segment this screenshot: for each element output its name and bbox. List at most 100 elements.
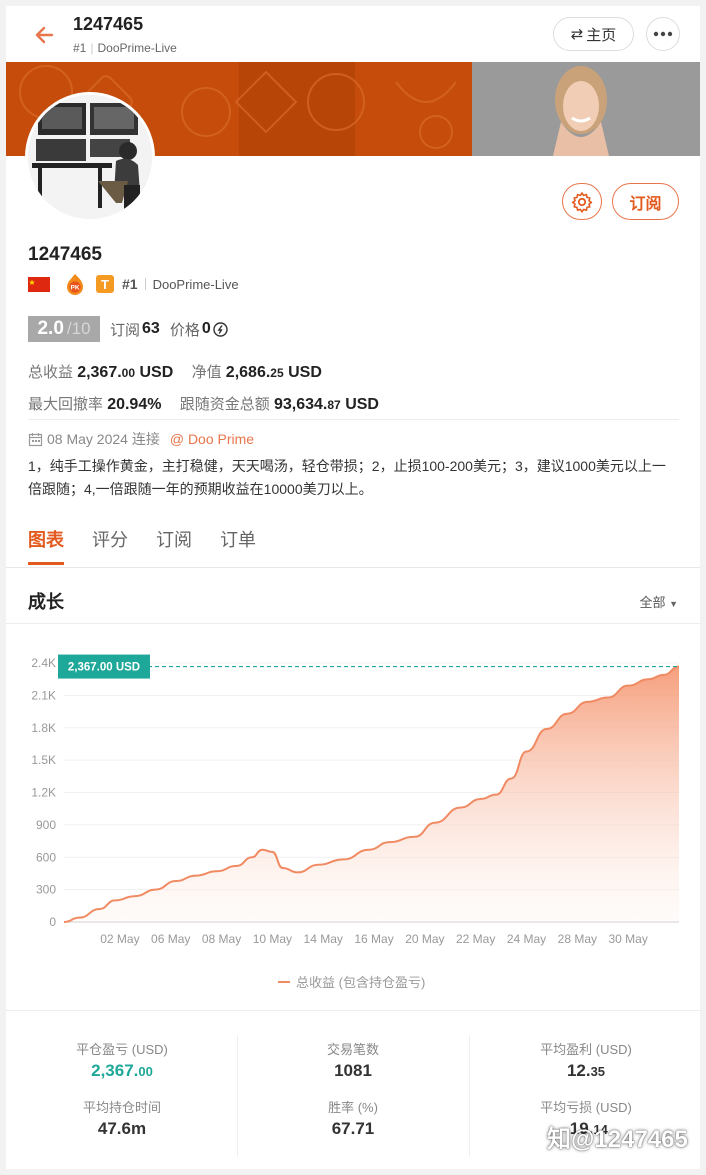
- stat-label: 胜率 (%): [328, 1100, 378, 1115]
- x-tick-label: 06 May: [151, 932, 190, 946]
- home-button[interactable]: ⇄ 主页: [553, 17, 634, 51]
- gear-icon: [571, 191, 593, 213]
- score-badge: 2.0 /10: [28, 316, 100, 342]
- x-tick-label: 14 May: [304, 932, 343, 946]
- price-value: 0: [201, 320, 211, 337]
- equity-value: 2,686.: [225, 364, 271, 381]
- header-subtitle: #1 | DooPrime-Live: [73, 41, 177, 55]
- stat-label: 交易笔数: [326, 1042, 379, 1057]
- stat-decimals: 00: [138, 1064, 153, 1079]
- drawdown-label: 最大回撤率: [28, 396, 104, 413]
- connection-date: 08 May 2024 连接: [47, 431, 160, 447]
- y-tick-label: 0: [49, 915, 56, 929]
- stat-decimals: 35: [590, 1064, 606, 1079]
- china-flag-icon: [28, 276, 50, 292]
- signal-detail-page: 1247465 #1 | DooPrime-Live ⇄ 主页 订阅 12474…: [6, 6, 700, 1169]
- stat-value: 12.: [566, 1061, 591, 1080]
- connection-date-row: 08 May 2024 连接 @ Doo Prime: [28, 429, 254, 449]
- y-tick-label: 1.8K: [31, 721, 56, 735]
- y-tick-label: 300: [36, 883, 56, 897]
- y-tick-label: 2.4K: [31, 656, 56, 670]
- follow-funds-decimals: 87: [327, 398, 341, 412]
- profile-broker: DooPrime-Live: [152, 276, 239, 292]
- equity-decimals: 25: [270, 366, 284, 380]
- banner-portrait: [553, 66, 609, 156]
- stat-label: 平仓盈亏 (USD): [76, 1042, 168, 1057]
- swap-icon: ⇄: [570, 26, 584, 43]
- stat-label: 平均盈利 (USD): [540, 1042, 632, 1057]
- stats-divider: [469, 1035, 470, 1157]
- tab-orders[interactable]: 订单: [220, 526, 256, 566]
- total-profit-decimals: 00: [121, 366, 136, 380]
- header-broker: DooPrime-Live: [97, 41, 177, 55]
- subscriptions-label: 订阅: [110, 321, 141, 339]
- legend-label: 总收益 (包含持仓盈亏): [296, 975, 425, 990]
- stat-avg-profit: 平均盈利 (USD) 12.35: [486, 1039, 686, 1081]
- stat-win-rate: 胜率 (%) 67.71: [253, 1097, 453, 1139]
- stat-label: 平均亏损 (USD): [540, 1100, 632, 1115]
- caret-down-icon: ▼: [669, 599, 678, 609]
- svg-text:PK: PK: [70, 285, 79, 292]
- avatar: [25, 92, 155, 222]
- broker-link[interactable]: @ Doo Prime: [170, 431, 254, 447]
- y-tick-label: 900: [36, 818, 56, 832]
- stats-divider: [237, 1035, 238, 1157]
- x-tick-label: 22 May: [456, 932, 495, 946]
- x-tick-label: 20 May: [405, 932, 444, 946]
- stat-value: 2,367.: [91, 1061, 139, 1080]
- stat-value: 67.71: [331, 1119, 375, 1138]
- stat-avg-hold-time: 平均持仓时间 47.6m: [22, 1097, 222, 1139]
- follow-funds-unit: USD: [345, 396, 379, 413]
- growth-section-header: 成长 全部 ▼: [6, 568, 700, 624]
- growth-title: 成长: [28, 592, 64, 612]
- y-tick-label: 1.5K: [31, 753, 56, 767]
- x-tick-label: 16 May: [354, 932, 393, 946]
- more-dots-icon: [653, 31, 673, 37]
- settings-button[interactable]: [562, 183, 602, 220]
- x-tick-label: 24 May: [507, 932, 546, 946]
- period-filter[interactable]: 全部 ▼: [639, 592, 678, 611]
- t-badge-icon: T: [96, 275, 114, 293]
- top-bar: 1247465 #1 | DooPrime-Live ⇄ 主页: [6, 6, 700, 62]
- subscriptions-value: 63: [142, 320, 160, 337]
- x-tick-label: 30 May: [608, 932, 647, 946]
- svg-text:T: T: [101, 277, 109, 292]
- back-arrow-icon[interactable]: [30, 20, 60, 50]
- tab-bar: 图表 评分 订阅 订单: [28, 526, 256, 566]
- tab-subscriptions[interactable]: 订阅: [156, 526, 192, 566]
- badge-divider: [144, 278, 146, 290]
- tab-chart[interactable]: 图表: [28, 526, 64, 566]
- y-tick-label: 2.1K: [31, 688, 56, 702]
- x-tick-label: 28 May: [558, 932, 597, 946]
- badge-row: PK T #1 DooPrime-Live: [28, 273, 239, 295]
- follow-funds-label: 跟随资金总额: [179, 396, 270, 413]
- strategy-description: 1，纯手工操作黄金，主打稳健，天天喝汤，轻仓带损；2，止损100-200美元；3…: [28, 458, 666, 497]
- equity-unit: USD: [288, 364, 322, 381]
- total-profit-value: 2,367.: [77, 364, 122, 381]
- x-tick-label: 02 May: [100, 932, 139, 946]
- stat-closed-pnl: 平仓盈亏 (USD) 2,367.00: [22, 1039, 222, 1081]
- profit-line: 总收益 2,367.00 USD 净值 2,686.25 USD: [28, 361, 322, 382]
- growth-chart: 0 300 600 900 1.2K 1.5K 1.8K 2.1K 2.4K 02 May 06 M…: [6, 626, 700, 1006]
- price-label: 价格: [169, 321, 200, 339]
- calendar-icon: [28, 432, 43, 446]
- x-tick-label: 08 May: [202, 932, 241, 946]
- score-value: 2.0: [37, 318, 64, 339]
- subscribe-button[interactable]: 订阅: [612, 183, 679, 220]
- x-tick-label: 10 May: [253, 932, 292, 946]
- more-button[interactable]: [646, 17, 680, 51]
- stat-label: 平均持仓时间: [82, 1100, 161, 1115]
- drawdown-value: 20.94%: [107, 396, 162, 413]
- pk-badge-icon: PK: [67, 274, 83, 295]
- equity-label: 净值: [191, 364, 222, 381]
- tab-rating[interactable]: 评分: [92, 526, 128, 566]
- watermark: 知@1247465: [547, 1126, 688, 1153]
- score-row: 2.0 /10 订阅 63 价格 0: [28, 316, 228, 342]
- total-profit-unit: USD: [139, 364, 174, 381]
- coin-icon: [213, 321, 228, 337]
- avatar-illustration: [28, 95, 152, 219]
- stat-trade-count: 交易笔数 1081: [253, 1039, 453, 1081]
- info-divider: [28, 419, 679, 420]
- home-label: 主页: [586, 26, 617, 44]
- header-rank: #1: [73, 41, 87, 55]
